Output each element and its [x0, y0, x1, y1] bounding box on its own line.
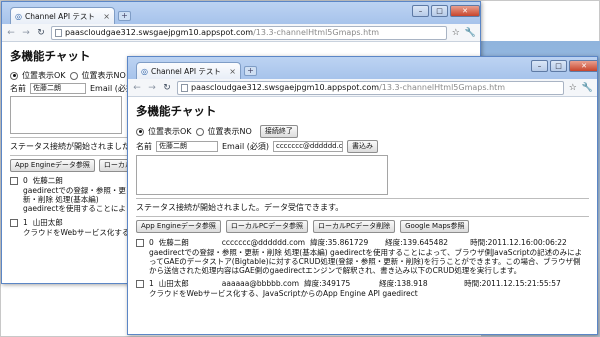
status-text: ステータス接続が開始されました。データ受信できます。 — [136, 203, 344, 212]
address-bar[interactable]: paascloudgae312.swsgaejpgm10.appspot.com… — [51, 25, 447, 40]
write-button[interactable]: 書込み — [346, 140, 378, 153]
message-longitude: 経度:139.645482 — [385, 238, 448, 247]
name-input[interactable]: 佐藤二朗 — [30, 83, 86, 94]
disconnect-button[interactable]: 接続終了 — [259, 125, 298, 138]
window-controls: – □ ✕ — [412, 5, 480, 17]
name-input[interactable]: 佐藤二朗 — [156, 141, 218, 152]
minimize-button[interactable]: – — [412, 5, 429, 17]
url-text[interactable]: paascloudgae312.swsgaejpgm10.appspot.com… — [65, 28, 379, 37]
name-label: 名前 — [136, 142, 152, 151]
message-author: 山田太郎 — [158, 279, 189, 288]
local-pc-delete-button[interactable]: ローカルPCデータ削除 — [313, 220, 396, 233]
message-index: 0 — [23, 176, 28, 185]
message-checkbox[interactable] — [136, 279, 144, 288]
wrench-icon[interactable]: 🔧 — [465, 28, 476, 38]
new-tab-button[interactable]: + — [118, 11, 131, 21]
divider — [136, 216, 589, 217]
divider — [136, 198, 589, 199]
radio-location-ok-label: 位置表示OK — [22, 71, 66, 80]
radio-location-no-label: 位置表示NO — [207, 127, 252, 136]
email-input[interactable]: ccccccc@dddddd.com — [272, 141, 343, 152]
email-label: Email (必須) — [222, 142, 269, 151]
browser-window-front[interactable]: ◎ Channel API テスト × + – □ ✕ ← → ↻ paascl… — [127, 56, 598, 335]
message-index: 0 — [149, 238, 154, 247]
message-index: 1 — [23, 218, 28, 227]
message-index: 1 — [149, 279, 154, 288]
page-content: 多機能チャット 位置表示OK 位置表示NO 接続終了 名前 佐藤二朗 Email… — [128, 97, 597, 334]
url-text[interactable]: paascloudgae312.swsgaejpgm10.appspot.com… — [191, 83, 505, 92]
close-tab-icon[interactable]: × — [229, 67, 236, 76]
message-body: クラウドをWebサービス化する、JavaScriptからのApp Engine … — [23, 228, 128, 237]
message-email: ccccccc@dddddd.com — [221, 238, 306, 247]
message-checkbox[interactable] — [10, 176, 18, 185]
google-maps-button[interactable]: Google Maps参照 — [400, 220, 470, 233]
message-author: 山田太郎 — [32, 218, 63, 227]
message-row: 0 佐藤二朗 ccccccc@dddddd.com 緯度:35.861729 経… — [136, 237, 589, 248]
globe-icon: ◎ — [141, 66, 148, 76]
radio-location-ok[interactable] — [136, 127, 144, 136]
message-row: 1 山田太郎 aaaaaa@bbbbb.com 緯度:349175 経度:138… — [136, 278, 589, 289]
close-tab-icon[interactable]: × — [103, 12, 110, 21]
browser-toolbar: ← → ↻ paascloudgae312.swsgaejpgm10.appsp… — [128, 79, 597, 97]
browser-tab[interactable]: ◎ Channel API テスト × — [10, 7, 115, 24]
wrench-icon[interactable]: 🔧 — [582, 83, 593, 93]
forward-arrow-icon[interactable]: → — [21, 28, 31, 38]
message-latitude: 緯度:35.861729 — [310, 238, 369, 247]
page-icon — [55, 28, 62, 37]
message-body: クラウドをWebサービス化する、JavaScriptからのApp Engine … — [149, 289, 418, 298]
message-body: gaedirectでの登録・参照・更新・削除 処理(基本編) gaedirect… — [149, 248, 583, 275]
message-textarea[interactable] — [10, 96, 122, 134]
browser-toolbar: ← → ↻ paascloudgae312.swsgaejpgm10.appsp… — [2, 24, 480, 42]
globe-icon: ◎ — [15, 11, 22, 21]
message-body: gaedirectでの登録・参照・更新・削除 処理(基本編) gaedirect… — [23, 186, 126, 213]
page-title: 多機能チャット — [136, 104, 217, 118]
radio-location-no-label: 位置表示NO — [81, 71, 126, 80]
message-longitude: 経度:138.918 — [379, 279, 428, 288]
window-controls: – □ ✕ — [531, 60, 597, 72]
radio-location-no[interactable] — [195, 127, 204, 136]
message-email: aaaaaa@bbbbb.com — [221, 279, 300, 288]
minimize-button[interactable]: – — [531, 60, 548, 72]
radio-location-ok[interactable] — [10, 71, 18, 80]
star-icon[interactable]: ☆ — [452, 28, 460, 38]
page-icon — [181, 83, 188, 92]
message-latitude: 緯度:349175 — [304, 279, 351, 288]
back-arrow-icon[interactable]: ← — [6, 28, 16, 38]
back-arrow-icon[interactable]: ← — [132, 83, 142, 93]
star-icon[interactable]: ☆ — [569, 83, 577, 93]
radio-location-no[interactable] — [69, 71, 78, 80]
name-label: 名前 — [10, 84, 26, 93]
app-engine-data-button[interactable]: App Engineデータ参照 — [136, 220, 221, 233]
tab-title: Channel API テスト — [150, 66, 221, 76]
reload-icon[interactable]: ↻ — [36, 28, 46, 38]
local-pc-data-button[interactable]: ローカルPCデータ参照 — [225, 220, 309, 233]
message-time: 時間:2011.12.16:00:06:22 — [470, 238, 567, 247]
close-window-button[interactable]: ✕ — [450, 5, 480, 17]
address-bar[interactable]: paascloudgae312.swsgaejpgm10.appspot.com… — [177, 80, 564, 95]
message-author: 佐藤二朗 — [32, 176, 63, 185]
tab-title: Channel API テスト — [24, 11, 95, 21]
reload-icon[interactable]: ↻ — [162, 83, 172, 93]
message-textarea[interactable] — [136, 155, 388, 195]
message-checkbox[interactable] — [136, 238, 144, 247]
app-engine-data-button[interactable]: App Engineデータ参照 — [10, 159, 95, 172]
maximize-button[interactable]: □ — [431, 5, 448, 17]
message-time: 時間:2011.12.15:21:55:57 — [464, 279, 561, 288]
maximize-button[interactable]: □ — [550, 60, 567, 72]
forward-arrow-icon[interactable]: → — [147, 83, 157, 93]
message-checkbox[interactable] — [10, 218, 18, 227]
new-tab-button[interactable]: + — [244, 66, 257, 76]
browser-tab[interactable]: ◎ Channel API テスト × — [136, 62, 241, 79]
message-author: 佐藤二朗 — [158, 238, 189, 247]
close-window-button[interactable]: ✕ — [569, 60, 597, 72]
radio-location-ok-label: 位置表示OK — [148, 127, 192, 136]
